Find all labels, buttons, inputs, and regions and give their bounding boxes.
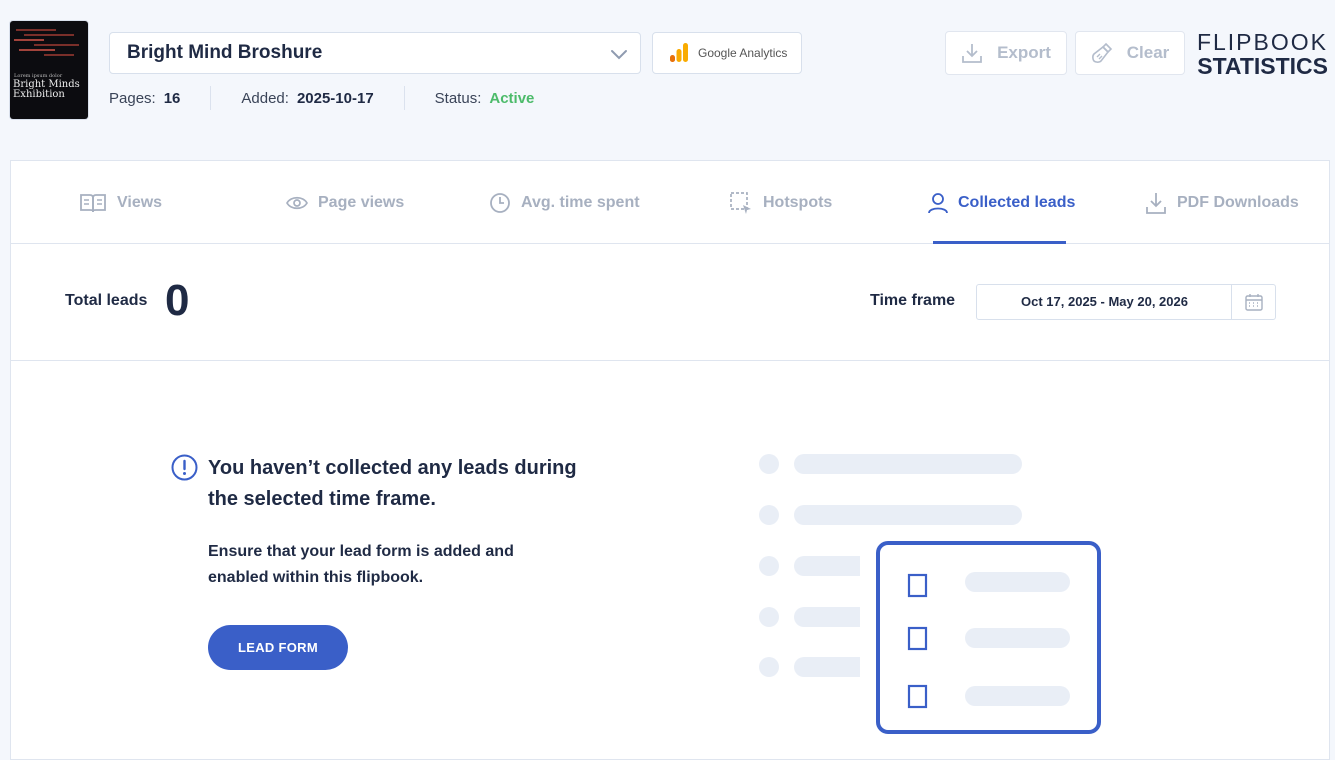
date-range-value[interactable]: Oct 17, 2025 - May 20, 2026 <box>977 285 1232 319</box>
download-icon <box>1146 192 1166 214</box>
tab-page-views[interactable]: Page views <box>286 161 404 244</box>
info-icon <box>171 454 198 481</box>
lead-form-button[interactable]: LEAD FORM <box>208 625 348 670</box>
tab-page-views-label: Page views <box>318 193 405 211</box>
tab-hotspots-label: Hotspots <box>763 193 833 211</box>
stats-tabs: Views Page views Avg. time spent Hotspot… <box>11 161 1329 244</box>
google-analytics-label: Google Analytics <box>698 46 788 60</box>
tab-avg-time[interactable]: Avg. time spent <box>489 161 640 244</box>
tab-pdf-downloads-label: PDF Downloads <box>1177 193 1299 211</box>
tab-views-label: Views <box>117 193 163 211</box>
flipbook-select[interactable]: Bright Mind Broshure <box>109 32 641 74</box>
date-range-picker[interactable]: Oct 17, 2025 - May 20, 2026 <box>976 284 1276 320</box>
empty-state-title: You haven’t collected any leads during t… <box>208 457 577 510</box>
tab-avg-time-label: Avg. time spent <box>521 193 640 211</box>
total-leads-label: Total leads <box>65 292 148 309</box>
flipbook-select-value: Bright Mind Broshure <box>127 42 323 63</box>
status-badge: Active <box>489 89 535 107</box>
meta-divider <box>403 86 405 110</box>
tab-collected-leads[interactable]: Collected leads <box>928 161 1075 244</box>
book-icon <box>80 193 106 212</box>
google-analytics-icon <box>670 43 688 62</box>
clear-label: Clear <box>1126 43 1170 62</box>
clock-icon <box>490 192 510 213</box>
thumbnail-art <box>14 25 84 65</box>
added-label: Added: <box>241 89 289 107</box>
brand-logo: FLIPBOOK STATISTICS <box>1197 30 1328 78</box>
eye-icon <box>286 196 308 209</box>
google-analytics-button[interactable]: Google Analytics <box>652 32 802 74</box>
tab-pdf-downloads[interactable]: PDF Downloads <box>1145 161 1299 244</box>
chevron-down-icon <box>611 50 627 60</box>
stats-panel: Views Page views Avg. time spent Hotspot… <box>10 160 1330 760</box>
added-value: 2025-10-17 <box>296 89 374 107</box>
totals-bar: Total leads 0 Time frame Oct 17, 2025 - … <box>11 244 1329 361</box>
pages-value: 16 <box>163 89 181 107</box>
calendar-button[interactable] <box>1231 285 1275 319</box>
status-info: Status: Active <box>435 90 535 107</box>
broom-icon <box>1091 42 1112 63</box>
brand-line1: FLIPBOOK <box>1196 29 1328 55</box>
hotspot-icon <box>730 191 751 214</box>
flipbook-meta: Pages: 16 Added: 2025-10-17 Status: Acti… <box>109 86 535 110</box>
user-icon <box>928 192 948 213</box>
pages-info: Pages: 16 <box>109 90 180 107</box>
thumbnail-title: Bright Minds Exhibition <box>13 79 80 100</box>
export-label: Export <box>997 43 1051 62</box>
meta-divider <box>210 86 212 110</box>
pages-label: Pages: <box>109 89 156 107</box>
leads-illustration <box>759 454 1106 751</box>
status-label: Status: <box>434 89 482 107</box>
tab-views[interactable]: Views <box>79 161 162 244</box>
brand-line2: STATISTICS <box>1197 53 1328 79</box>
empty-state-description: Ensure that your lead form is added and … <box>208 543 514 586</box>
header: Lorem ipsum dolor Bright Minds Exhibitio… <box>0 0 1335 160</box>
download-icon <box>962 44 982 63</box>
export-button[interactable]: Export <box>945 31 1067 75</box>
tab-hotspots[interactable]: Hotspots <box>729 161 832 244</box>
calendar-icon <box>1244 294 1263 311</box>
flipbook-thumbnail[interactable]: Lorem ipsum dolor Bright Minds Exhibitio… <box>10 21 88 119</box>
total-leads-value: 0 <box>165 276 190 325</box>
added-info: Added: 2025-10-17 <box>241 90 373 107</box>
time-frame-label: Time frame <box>870 292 956 309</box>
clear-button[interactable]: Clear <box>1075 31 1185 75</box>
tab-collected-leads-label: Collected leads <box>958 193 1076 211</box>
